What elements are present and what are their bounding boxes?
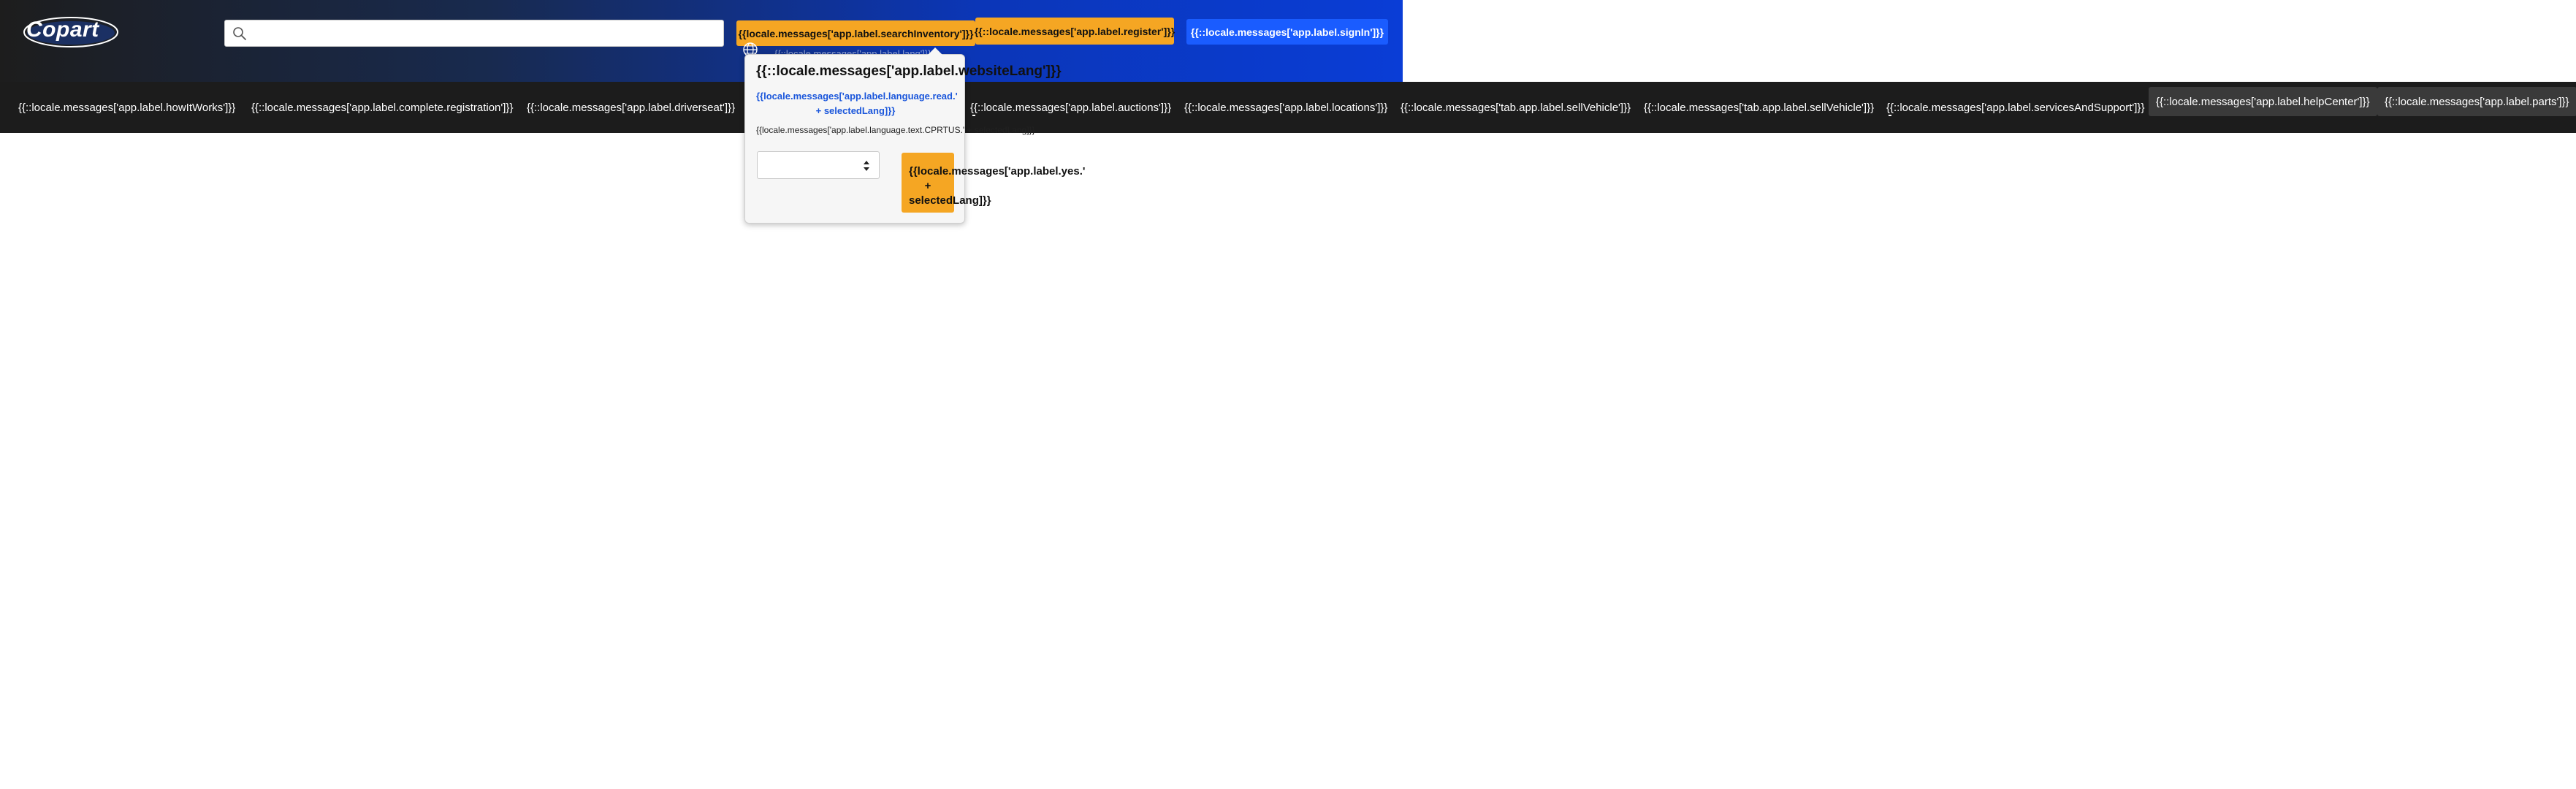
nav-item-sell-vehicle-alt[interactable]: {{::locale.messages['tab.app.label.sellV…	[1644, 82, 1874, 133]
search-inventory-button[interactable]: {{locale.messages['app.label.searchInven…	[736, 20, 975, 46]
sign-in-button[interactable]: {{::locale.messages['app.label.signIn']}…	[1186, 19, 1388, 45]
popover-arrow	[928, 47, 942, 55]
search-input[interactable]	[253, 23, 717, 44]
nav-item-help-center[interactable]: {{::locale.messages['app.label.helpCente…	[2149, 87, 2377, 116]
language-read-link[interactable]: {{locale.messages['app.label.language.re…	[756, 89, 958, 118]
nav-item-complete-registration[interactable]: {{::locale.messages['app.label.complete.…	[251, 82, 513, 133]
nav-dropdown-indicator-services	[1889, 115, 1891, 116]
nav-item-parts[interactable]: {{::locale.messages['app.label.parts']}}	[2377, 87, 2576, 116]
site-header: Copart {{locale.messages['app.label.sear…	[0, 0, 1403, 82]
language-select[interactable]	[757, 151, 880, 179]
search-box[interactable]	[224, 20, 724, 47]
language-yes-label: {{locale.messages['app.label.yes.' + sel…	[909, 164, 1086, 208]
yes-label-line-1: {{locale.messages['app.label.yes.'	[909, 165, 1086, 178]
nav-item-sell-vehicle[interactable]: {{::locale.messages['tab.app.label.sellV…	[1401, 82, 1631, 133]
register-button[interactable]: {{::locale.messages['app.label.register'…	[975, 18, 1175, 45]
language-read-line-2: + selectedLang]}}	[815, 105, 896, 116]
nav-item-driverseat[interactable]: {{::locale.messages['app.label.driversea…	[527, 82, 735, 133]
nav-item-how-it-works[interactable]: {{::locale.messages['app.label.howItWork…	[18, 82, 235, 133]
nav-item-services-and-support[interactable]: {{::locale.messages['app.label.servicesA…	[1886, 82, 2144, 133]
nav-dropdown-indicator	[972, 115, 975, 116]
language-info-text: {{locale.messages['app.label.language.te…	[756, 125, 1035, 135]
popover-title: {{::locale.messages['app.label.websiteLa…	[756, 64, 1062, 79]
language-popover: {{::locale.messages['app.label.websiteLa…	[744, 47, 1085, 224]
logo-text: Copart	[26, 18, 99, 42]
main-nav: {{::locale.messages['app.label.howItWork…	[0, 82, 2576, 133]
yes-label-line-3: selectedLang]}}	[909, 194, 991, 207]
search-icon	[233, 27, 246, 40]
copart-logo[interactable]: Copart	[22, 15, 120, 50]
nav-item-locations[interactable]: {{::locale.messages['app.label.locations…	[1184, 82, 1387, 133]
yes-label-line-2: +	[924, 180, 931, 192]
language-yes-button[interactable]: {{locale.messages['app.label.yes.' + sel…	[902, 153, 1085, 213]
language-read-line-1: {{locale.messages['app.label.language.re…	[756, 91, 958, 102]
select-arrows-icon	[864, 161, 869, 171]
